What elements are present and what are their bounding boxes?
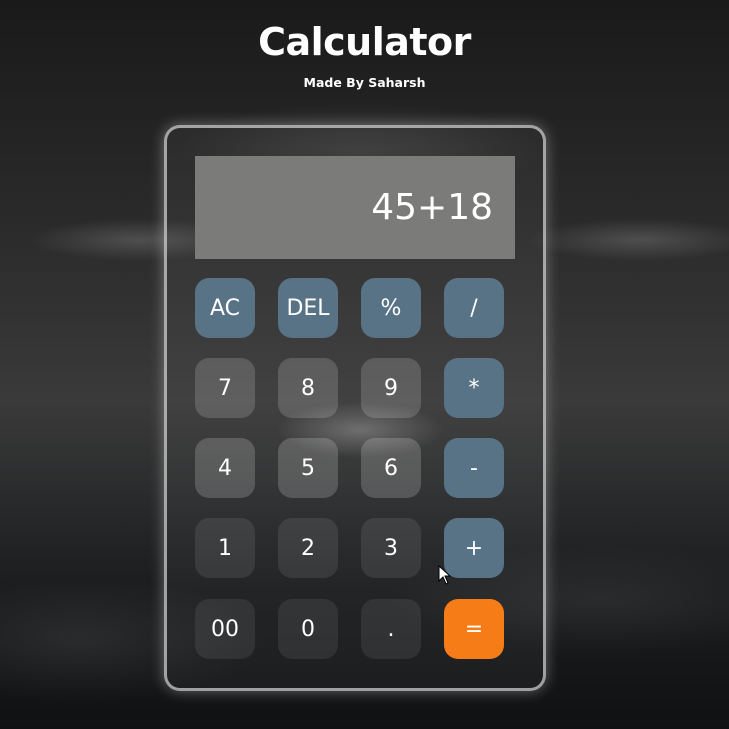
key-0[interactable]: 0 xyxy=(278,599,338,659)
key-00[interactable]: 00 xyxy=(195,599,255,659)
calculator-panel: 45+18 AC DEL % / 7 8 9 * 4 5 6 - 1 2 3 +… xyxy=(164,125,546,691)
key-5[interactable]: 5 xyxy=(278,438,338,498)
percent-button[interactable]: % xyxy=(361,278,421,338)
minus-button[interactable]: - xyxy=(444,438,504,498)
calculator-display: 45+18 xyxy=(195,156,515,259)
plus-button[interactable]: + xyxy=(444,518,504,578)
key-4[interactable]: 4 xyxy=(195,438,255,498)
app-title: Calculator xyxy=(258,20,471,64)
delete-button[interactable]: DEL xyxy=(278,278,338,338)
decimal-button[interactable]: . xyxy=(361,599,421,659)
equals-button[interactable]: = xyxy=(444,599,504,659)
clear-button[interactable]: AC xyxy=(195,278,255,338)
key-6[interactable]: 6 xyxy=(361,438,421,498)
key-3[interactable]: 3 xyxy=(361,518,421,578)
mouse-pointer-icon xyxy=(438,565,452,585)
key-1[interactable]: 1 xyxy=(195,518,255,578)
key-2[interactable]: 2 xyxy=(278,518,338,578)
key-8[interactable]: 8 xyxy=(278,358,338,418)
divide-button[interactable]: / xyxy=(444,278,504,338)
key-9[interactable]: 9 xyxy=(361,358,421,418)
multiply-button[interactable]: * xyxy=(444,358,504,418)
key-7[interactable]: 7 xyxy=(195,358,255,418)
app-subtitle: Made By Saharsh xyxy=(303,75,426,90)
